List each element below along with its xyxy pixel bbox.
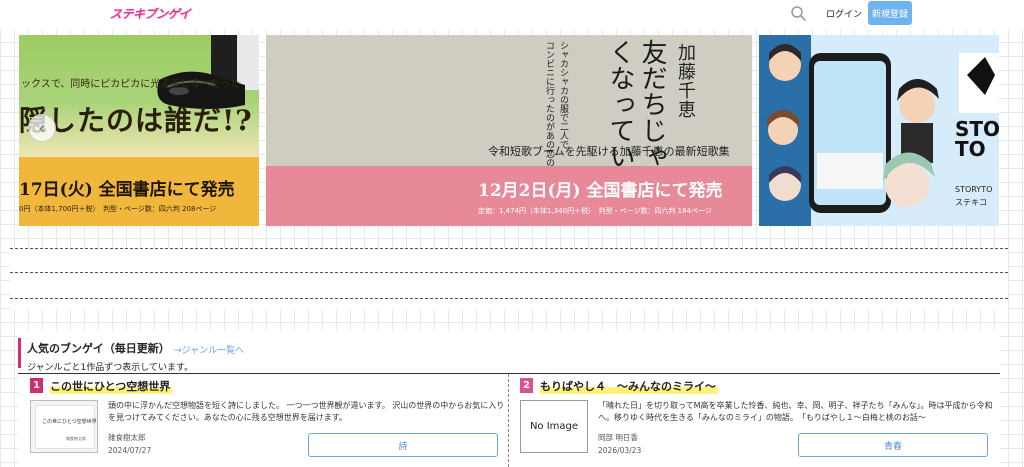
dashed-divider [10, 298, 1008, 299]
work-title-link[interactable]: この世にひとつ空想世界 [50, 378, 173, 394]
cover-author: 雑食樹太郎 [66, 436, 86, 441]
search-button[interactable] [788, 4, 810, 24]
work-thumbnail-placeholder[interactable]: No Image [520, 400, 588, 453]
banner-tagline: 令和短歌ブームを先駆ける加藤千恵の最新短歌集 [488, 145, 730, 158]
section-title: 人気のブンゲイ（毎日更新） [27, 342, 170, 355]
banner-slide-tanka[interactable]: 加藤千恵 友だちじゃなくなっていく シャカシャカの服で二人で コンビニに行ったの… [266, 35, 752, 226]
chevron-left-icon: ‹ [38, 117, 46, 139]
banner-art: ックスで、同時にピカピカに光る追しるべだった 隠したのは誰だ!? [19, 35, 259, 157]
signup-button[interactable]: 新規登録 [868, 1, 912, 25]
genre-button[interactable]: 青春 [798, 433, 988, 457]
rank-badge: 2 [520, 378, 533, 393]
genre-list-link[interactable]: →ジャンル一覧へ [174, 343, 244, 356]
storytoon-logo: STO TO [955, 119, 999, 159]
banner-poem-line: シャカシャカの服で二人で [558, 41, 568, 149]
rank-badge: 1 [30, 378, 43, 393]
banner-release-bar: 17日(火) 全国書店にて発売 0円（本体1,700円＋税） 判型・ページ数：四… [19, 157, 259, 226]
login-link[interactable]: ログイン [826, 7, 862, 20]
site-header: ステキブンゲイ ログイン 新規登録 [0, 0, 1024, 30]
ranking-card: 2 もりばやし４ 〜みんなのミライ〜 No Image 「晴れた日」を切り取って… [520, 376, 1000, 467]
section-description: ジャンルごと1作品ずつ表示しています。 [27, 363, 194, 373]
search-icon [791, 6, 806, 21]
banner-release-date: 12月2日(月) 全国書店にて発売 [478, 181, 723, 201]
storytoon-logo-line: TO [955, 137, 986, 161]
banner-release-date: 17日(火) 全国書店にて発売 [19, 180, 235, 200]
site-logo[interactable]: ステキブンゲイ [109, 5, 191, 22]
storytoon-brand-jp: ステキコ [955, 198, 987, 207]
banner-catchcopy: ックスで、同時にピカピカに光る追しるべだった [21, 79, 241, 90]
banner-price: 定価：1,474円（本体1,340円＋税） 判型・ページ数：四六判 184ページ [478, 207, 712, 215]
book-cover: この世にひとつ空想世界 雑食樹太郎 [35, 405, 97, 449]
ranking-card: 1 この世にひとつ空想世界 この世にひとつ空想世界 雑食樹太郎 頭の中に浮かんだ… [30, 376, 510, 467]
work-date: 2024/07/27 [108, 446, 152, 455]
banner-price: 0円（本体1,700円＋税） 判型・ページ数：四六判 208ページ [19, 205, 217, 213]
section-accent-bar [18, 338, 21, 368]
storytoon-brand: STORYTO [955, 185, 993, 194]
work-author[interactable]: 岡部 明日香 [598, 432, 638, 443]
genre-button[interactable]: 詩 [308, 433, 498, 457]
banner-release-bar: 12月2日(月) 全国書店にて発売 定価：1,474円（本体1,340円＋税） … [266, 166, 752, 226]
section-divider [18, 373, 1000, 374]
cover-title: この世にひとつ空想世界 [42, 419, 97, 425]
dashed-divider [10, 272, 1008, 273]
banner-slide-storytoon[interactable]: STO TO STORYTO ステキコ [759, 35, 999, 226]
work-synopsis: 「晴れた日」を切り取ってM高を卒業した怜香、純也、幸、岡、明子、祥子たち「みんな… [598, 401, 993, 422]
work-author[interactable]: 雑食樹太郎 [108, 432, 146, 443]
carousel-prev-button[interactable]: ‹ [28, 114, 56, 142]
banner-carousel: ックスで、同時にピカピカに光る追しるべだった 隠したのは誰だ!? 17日(火) … [0, 35, 1024, 226]
work-synopsis: 頭の中に浮かんだ空想物語を短く詩にしました。 一つ一つ世界観が違います。 沢山の… [108, 401, 505, 422]
work-thumbnail[interactable]: この世にひとつ空想世界 雑食樹太郎 [30, 400, 98, 453]
work-date: 2026/03/23 [598, 446, 642, 455]
dashed-divider [10, 248, 1008, 249]
popular-section: 人気のブンゲイ（毎日更新） →ジャンル一覧へ ジャンルごと1作品ずつ表示していま… [18, 330, 1000, 467]
banner-author: 加藤千恵 [675, 43, 696, 119]
ad-placeholder-area [10, 248, 1008, 310]
work-title-link[interactable]: もりばやし４ 〜みんなのミライ〜 [540, 378, 718, 394]
